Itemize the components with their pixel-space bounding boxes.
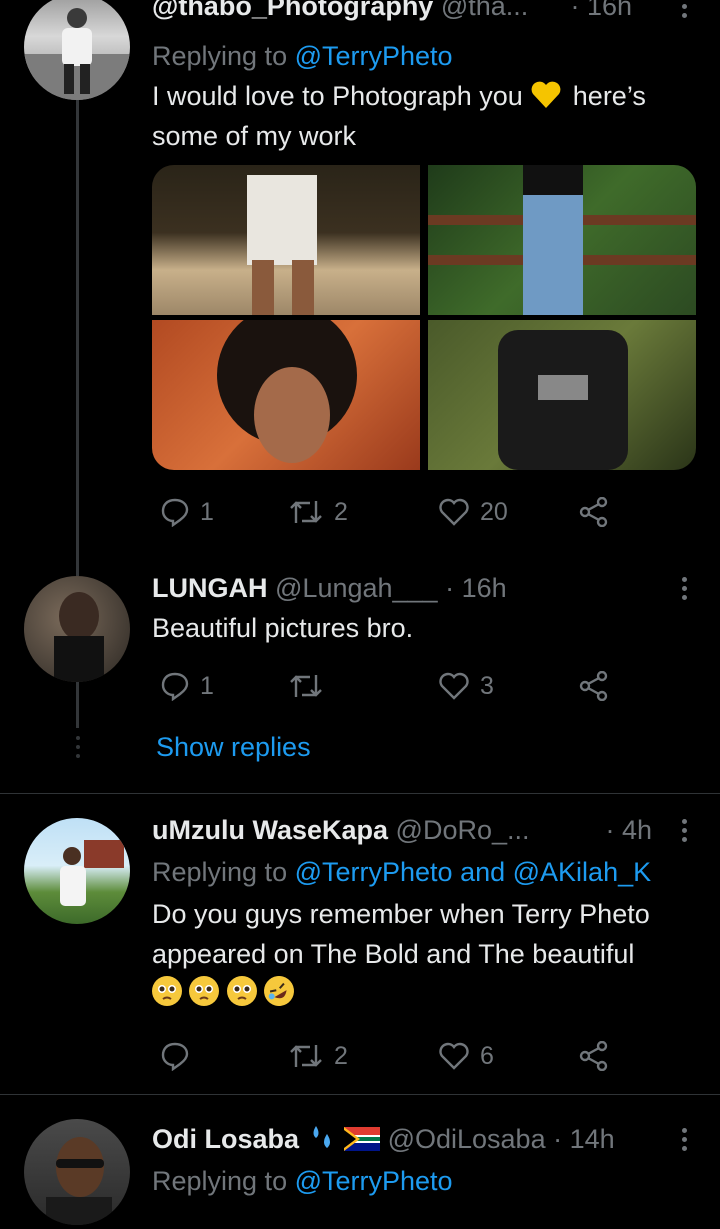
timestamp[interactable]: · 14h — [553, 1124, 615, 1154]
avatar-photo — [54, 592, 104, 682]
photo-2[interactable] — [428, 165, 696, 315]
thread-line — [76, 100, 79, 570]
tweet-header: uMzulu WaseKapa @DoRo_... · 4h — [152, 812, 696, 848]
avatar[interactable] — [24, 818, 130, 924]
avatar[interactable] — [24, 576, 130, 682]
avatar-photo — [46, 1137, 112, 1225]
tweet-header: Odi Losaba @OdiLosaba · 14h — [152, 1121, 696, 1157]
replying-to: Replying to @TerryPheto — [152, 41, 453, 71]
timestamp[interactable]: · 4h — [605, 812, 652, 848]
handle[interactable]: @DoRo_... — [396, 815, 530, 845]
share-button[interactable] — [578, 1036, 610, 1076]
display-name[interactable]: Odi Losaba — [152, 1124, 299, 1154]
more-options-icon[interactable] — [672, 1125, 696, 1153]
retweet-icon — [290, 1045, 322, 1067]
timestamp[interactable]: · 16h — [570, 0, 632, 24]
reply-icon — [161, 1042, 189, 1071]
sweat-droplets-icon — [307, 1124, 337, 1152]
replying-to: Replying to @TerryPheto and @AKilah_K — [152, 857, 652, 887]
share-icon — [579, 671, 608, 701]
share-icon — [579, 497, 608, 527]
retweet-icon — [290, 675, 322, 697]
reply-button[interactable]: 1 — [160, 492, 214, 532]
avatar[interactable] — [24, 0, 130, 100]
tweet-odi[interactable]: Odi Losaba @OdiLosaba · 14h Replying to … — [0, 1095, 720, 1229]
more-options-icon[interactable] — [672, 0, 696, 20]
avatar-photo — [60, 840, 124, 906]
retweet-button[interactable]: 2 — [288, 1036, 348, 1076]
rolling-on-floor-laughing-icon — [258, 970, 300, 1012]
thread-line — [76, 560, 79, 576]
mention-link[interactable]: @TerryPheto — [295, 1166, 453, 1196]
reply-button[interactable] — [160, 1036, 200, 1076]
pleading-face-icon — [189, 976, 220, 1006]
mention-link[interactable]: @TerryPheto and @AKilah_K — [295, 857, 652, 887]
handle[interactable]: @tha... — [441, 0, 528, 21]
thread-dots — [76, 736, 80, 763]
photo-3[interactable] — [152, 305, 420, 470]
avatar-photo — [24, 8, 130, 100]
tweet-text: Do you guys remember when Terry Pheto ap… — [152, 899, 650, 969]
more-options-icon[interactable] — [672, 816, 696, 844]
display-name[interactable]: LUNGAH — [152, 573, 268, 603]
handle[interactable]: @Lungah___ — [275, 573, 438, 603]
heart-icon — [439, 1042, 469, 1070]
pleading-face-icon — [226, 976, 257, 1006]
avatar[interactable] — [24, 1119, 130, 1225]
tweet-thabo[interactable]: @thabo_Photography @tha... · 16h Replyin… — [0, 0, 720, 570]
reply-icon — [161, 672, 189, 701]
media-grid — [152, 165, 696, 470]
mention-link[interactable]: @TerryPheto — [295, 41, 453, 71]
display-name[interactable]: uMzulu WaseKapa — [152, 815, 388, 845]
more-options-icon[interactable] — [672, 574, 696, 602]
timestamp[interactable]: · 16h — [445, 573, 507, 603]
tweet-lungah[interactable]: LUNGAH @Lungah___ · 16h Beautiful pictur… — [0, 560, 720, 790]
share-icon — [579, 1041, 608, 1071]
retweet-button[interactable]: 2 — [288, 492, 348, 532]
reply-icon — [161, 498, 189, 527]
tweet-text: I would love to Photograph you here’s so… — [152, 80, 646, 151]
reply-button[interactable]: 1 — [160, 666, 214, 706]
pleading-face-icon — [152, 976, 182, 1006]
tweet-header: @thabo_Photography @tha... · 16h — [152, 0, 696, 24]
handle[interactable]: @OdiLosaba — [388, 1124, 546, 1154]
heart-icon — [439, 498, 469, 526]
photo-4[interactable] — [428, 320, 696, 470]
show-replies-link[interactable]: Show replies — [156, 732, 311, 763]
heart-icon — [439, 672, 469, 700]
thread-line — [76, 682, 79, 728]
tweet-header: LUNGAH @Lungah___ · 16h — [152, 570, 696, 606]
photo-1[interactable] — [152, 165, 420, 315]
retweet-button[interactable] — [288, 666, 334, 706]
like-button[interactable]: 6 — [438, 1036, 494, 1076]
like-button[interactable]: 20 — [438, 492, 508, 532]
display-name[interactable]: @thabo_Photography — [152, 0, 433, 21]
share-button[interactable] — [578, 492, 610, 532]
tweet-umzulu[interactable]: uMzulu WaseKapa @DoRo_... · 4h Replying … — [0, 794, 720, 1094]
like-button[interactable]: 3 — [438, 666, 494, 706]
retweet-icon — [290, 501, 322, 523]
share-button[interactable] — [578, 666, 610, 706]
tweet-text: Beautiful pictures bro. — [152, 613, 414, 643]
south-africa-flag-icon — [344, 1124, 381, 1151]
replying-to: Replying to @TerryPheto — [152, 1166, 453, 1196]
yellow-heart-icon — [530, 80, 562, 110]
emoji-row — [152, 970, 696, 1012]
